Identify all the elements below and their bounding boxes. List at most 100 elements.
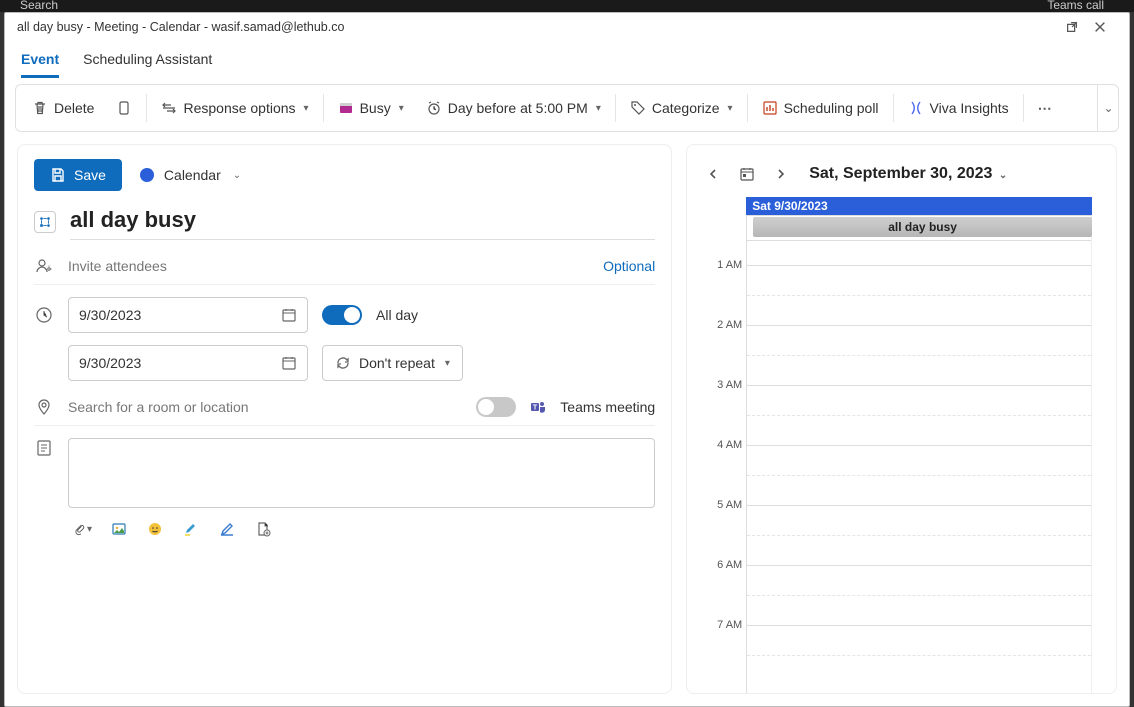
teams-meeting-toggle[interactable]: [476, 397, 516, 417]
meeting-window: all day busy - Meeting - Calendar - wasi…: [4, 12, 1130, 707]
trash-icon: [32, 100, 48, 116]
title-emoji-picker[interactable]: [34, 211, 56, 233]
scheduling-poll-label: Scheduling poll: [784, 100, 879, 116]
copy-button[interactable]: [106, 90, 142, 126]
toolbar-overflow-button[interactable]: ⌄: [1097, 84, 1119, 132]
chevron-left-icon: [707, 168, 719, 180]
backdrop-teams-call: Teams call: [1047, 0, 1134, 10]
side-date-picker[interactable]: Sat, September 30, 2023 ⌄: [809, 165, 1007, 183]
tab-scheduling-assistant[interactable]: Scheduling Assistant: [83, 41, 212, 78]
start-date-value: 9/30/2023: [79, 307, 141, 323]
chevron-down-icon: ▾: [304, 103, 309, 114]
calendar-icon: [281, 307, 297, 323]
hour-label: 3 AM: [717, 379, 742, 391]
event-title-input[interactable]: [70, 203, 655, 240]
popout-icon: [1065, 20, 1079, 34]
chevron-down-icon: ▾: [728, 103, 733, 114]
highlighter-icon: [183, 521, 199, 537]
paperclip-icon: [74, 521, 85, 537]
highlight-button[interactable]: [182, 520, 200, 538]
svg-text:T: T: [533, 405, 538, 412]
description-editor[interactable]: [68, 438, 655, 508]
optional-attendees-link[interactable]: Optional: [603, 258, 655, 274]
pen-button[interactable]: [218, 520, 236, 538]
repeat-button[interactable]: Don't repeat ▾: [322, 345, 463, 381]
insert-file-button[interactable]: [254, 520, 272, 538]
day-column-header: Sat 9/30/2023: [746, 197, 1092, 215]
pen-icon: [219, 521, 235, 537]
response-options-label: Response options: [183, 100, 295, 116]
end-date-value: 9/30/2023: [79, 355, 141, 371]
categorize-button[interactable]: Categorize ▾: [620, 90, 743, 126]
hour-label: 7 AM: [717, 619, 742, 631]
save-button[interactable]: Save: [34, 159, 122, 191]
alarm-icon: [426, 100, 442, 116]
delete-button[interactable]: Delete: [22, 90, 104, 126]
end-date-field[interactable]: 9/30/2023: [68, 345, 308, 381]
chevron-down-icon: ▾: [445, 358, 450, 369]
day-preview-panel: Sat, September 30, 2023 ⌄ Sat 9/30/2023 …: [686, 144, 1117, 694]
repeat-label: Don't repeat: [359, 355, 435, 371]
chevron-down-icon: ▾: [87, 524, 92, 535]
insert-image-button[interactable]: [110, 520, 128, 538]
scheduling-poll-button[interactable]: Scheduling poll: [752, 90, 889, 126]
backdrop-search: Search: [20, 0, 58, 12]
attendees-input[interactable]: [68, 252, 589, 280]
copy-icon: [116, 100, 132, 116]
side-date-label: Sat, September 30, 2023: [809, 165, 992, 182]
busy-status-button[interactable]: Busy ▾: [328, 90, 414, 126]
viva-icon: [908, 100, 924, 116]
prev-day-button[interactable]: [701, 162, 725, 186]
poll-icon: [762, 100, 778, 116]
location-input[interactable]: [68, 393, 462, 421]
all-day-label: All day: [376, 307, 418, 323]
close-icon: [1093, 20, 1107, 34]
tag-icon: [630, 100, 646, 116]
busy-label: Busy: [360, 100, 391, 116]
file-plus-icon: [255, 521, 271, 537]
day-grid[interactable]: Sat 9/30/2023 all day busy 1 AM 2 AM 3 AM 4…: [701, 197, 1102, 693]
repeat-icon: [335, 355, 351, 371]
hour-label: 4 AM: [717, 439, 742, 451]
calendar-today-icon: [739, 166, 755, 182]
chevron-right-icon: [775, 168, 787, 180]
all-day-toggle[interactable]: [322, 305, 362, 325]
toolbar: Delete Response options ▾ Busy ▾: [15, 84, 1119, 132]
hour-label: 1 AM: [717, 259, 742, 271]
allday-event-chip[interactable]: all day busy: [753, 217, 1092, 237]
event-form-panel: Save Calendar ⌄ Optional: [17, 144, 672, 694]
close-button[interactable]: [1093, 20, 1121, 34]
delete-label: Delete: [54, 100, 94, 116]
tab-bar: Event Scheduling Assistant: [5, 41, 1129, 78]
response-options-button[interactable]: Response options ▾: [151, 90, 318, 126]
hour-label: 5 AM: [717, 499, 742, 511]
attach-button[interactable]: ▾: [74, 520, 92, 538]
viva-insights-button[interactable]: Viva Insights: [898, 90, 1019, 126]
more-icon: ⋯: [1038, 100, 1054, 116]
save-label: Save: [74, 167, 106, 183]
response-options-icon: [161, 100, 177, 116]
next-day-button[interactable]: [769, 162, 793, 186]
calendar-icon: [281, 355, 297, 371]
description-icon: [34, 438, 54, 458]
emoji-grid-icon: [38, 215, 52, 229]
start-date-field[interactable]: 9/30/2023: [68, 297, 308, 333]
popout-button[interactable]: [1065, 20, 1093, 34]
window-title: all day busy - Meeting - Calendar - wasi…: [13, 20, 1065, 34]
image-icon: [111, 521, 127, 537]
people-icon: [34, 256, 54, 276]
chevron-down-icon: ⌄: [999, 170, 1007, 181]
hour-label: 6 AM: [717, 559, 742, 571]
reminder-button[interactable]: Day before at 5:00 PM ▾: [416, 90, 611, 126]
insert-emoji-button[interactable]: [146, 520, 164, 538]
today-button[interactable]: [735, 162, 759, 186]
calendar-picker-label: Calendar: [164, 167, 221, 183]
tab-event[interactable]: Event: [21, 41, 59, 78]
teams-meeting-label: Teams meeting: [560, 399, 655, 415]
emoji-icon: [147, 521, 163, 537]
more-button[interactable]: ⋯: [1028, 90, 1064, 126]
categorize-label: Categorize: [652, 100, 720, 116]
hour-label: 2 AM: [717, 319, 742, 331]
location-icon: [34, 397, 54, 417]
calendar-picker[interactable]: Calendar ⌄: [140, 167, 241, 183]
